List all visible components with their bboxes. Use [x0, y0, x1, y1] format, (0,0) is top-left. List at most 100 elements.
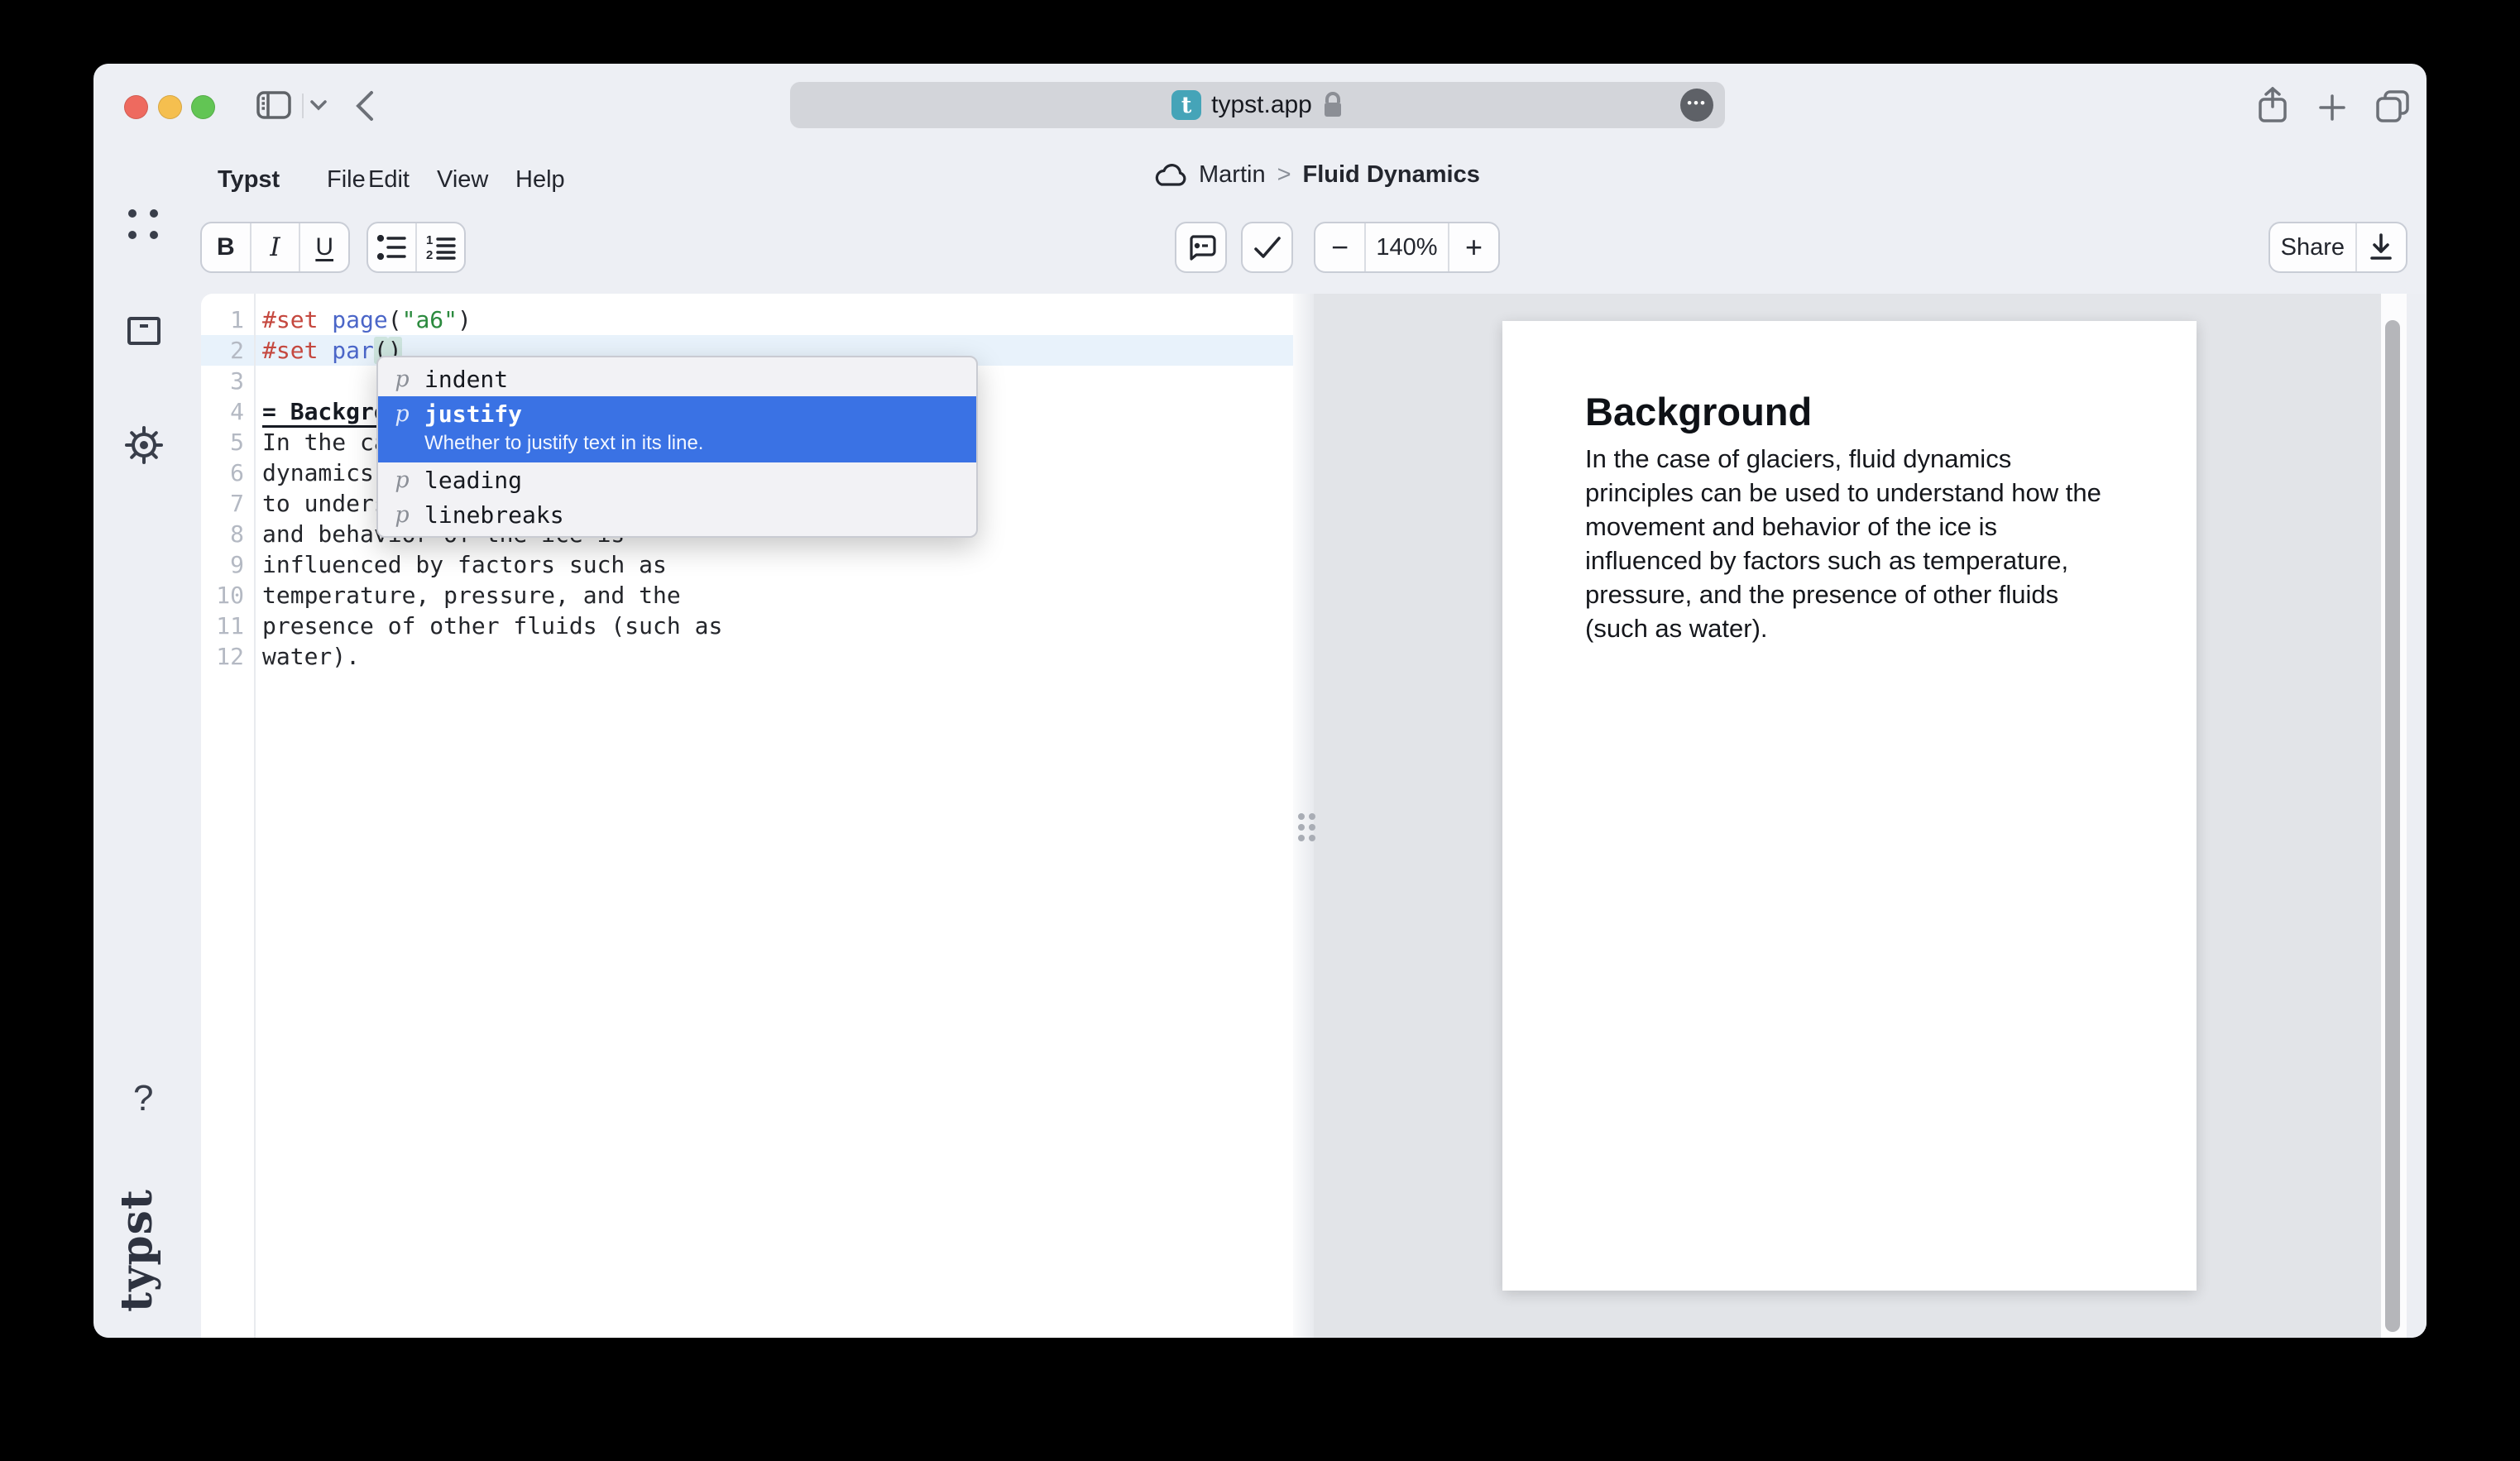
underline-button[interactable]: U — [299, 223, 348, 271]
preview-text-line: (such as water). — [1585, 611, 2101, 645]
code-token — [318, 306, 332, 333]
comment-button[interactable] — [1175, 222, 1227, 273]
code-line[interactable]: influenced by factors such as — [262, 549, 722, 580]
preview-page: Background In the case of glaciers, flui… — [1502, 321, 2197, 1291]
help-button[interactable]: ? — [133, 1078, 153, 1119]
preview-text-line: principles can be used to understand how… — [1585, 476, 2101, 510]
numbered-list-icon: 1 2 — [425, 234, 457, 261]
preview-heading: Background — [1585, 389, 1812, 434]
svg-text:2: 2 — [426, 248, 433, 261]
code-token: #set — [262, 337, 318, 364]
autocomplete-menu[interactable]: pindentpjustifyWhether to justify text i… — [376, 356, 978, 538]
divider-drag-handle[interactable] — [1298, 813, 1315, 841]
preview-pane: Background In the case of glaciers, flui… — [1314, 294, 2381, 1338]
code-token — [318, 337, 332, 364]
bold-button[interactable]: B — [202, 223, 250, 271]
autocomplete-item-label: linebreaks — [424, 501, 564, 529]
code-line[interactable]: presence of other fluids (such as — [262, 611, 722, 641]
page-settings-button[interactable]: ••• — [1680, 89, 1713, 122]
autocomplete-item-label: justify — [424, 400, 522, 428]
menu-view[interactable]: View — [437, 166, 488, 194]
preview-text-line: movement and behavior of the ice is — [1585, 510, 2101, 544]
back-button-icon[interactable] — [355, 90, 375, 122]
line-number: 7 — [201, 488, 244, 519]
preview-paragraph: In the case of glaciers, fluid dynamicsp… — [1585, 442, 2101, 645]
url-text: typst.app — [1211, 91, 1312, 119]
fullscreen-window-button[interactable] — [191, 95, 215, 119]
parameter-icon: p — [391, 467, 413, 493]
share-button-group: Share — [2268, 222, 2407, 273]
line-number: 8 — [201, 519, 244, 549]
preview-text-line: pressure, and the presence of other flui… — [1585, 577, 2101, 611]
line-number: 10 — [201, 580, 244, 611]
code-token: #set — [262, 306, 318, 333]
autocomplete-item-label: indent — [424, 366, 508, 393]
autocomplete-item-description: Whether to justify text in its line. — [424, 431, 976, 456]
italic-button[interactable]: I — [250, 223, 299, 271]
download-icon — [2369, 233, 2393, 261]
autocomplete-item[interactable]: pindent — [378, 362, 976, 396]
line-number: 11 — [201, 611, 244, 641]
autocomplete-item[interactable]: pjustifyWhether to justify text in its l… — [378, 396, 976, 462]
menu-help[interactable]: Help — [515, 166, 565, 194]
gutter-divider — [254, 294, 256, 1338]
parameter-icon: p — [391, 366, 413, 392]
menu-file[interactable]: File — [327, 166, 366, 194]
autocomplete-item[interactable]: plinebreaks — [378, 497, 976, 532]
svg-text:1: 1 — [426, 234, 433, 247]
code-line[interactable]: #set page("a6") — [262, 304, 722, 335]
download-button[interactable] — [2355, 223, 2406, 271]
cloud-icon — [1152, 163, 1187, 188]
breadcrumb: Martin > Fluid Dynamics — [1152, 161, 1480, 189]
format-button-group: B I U — [200, 222, 350, 273]
close-window-button[interactable] — [124, 95, 148, 119]
line-number: 6 — [201, 457, 244, 488]
code-token: page — [332, 306, 387, 333]
line-number: 2 — [201, 335, 244, 366]
tab-overview-icon[interactable] — [2375, 90, 2410, 123]
right-gutter — [2407, 294, 2427, 1338]
line-number: 12 — [201, 641, 244, 672]
gutter-numbers: 123456789101112 — [201, 304, 244, 672]
comment-icon — [1186, 233, 1216, 261]
chevron-down-icon[interactable] — [310, 100, 327, 111]
list-button-group: 1 2 — [367, 222, 466, 273]
sidebar-toggle-icon[interactable] — [256, 91, 291, 119]
code-line[interactable]: temperature, pressure, and the — [262, 580, 722, 611]
code-token: par — [332, 337, 374, 364]
check-icon — [1253, 236, 1282, 259]
numbered-list-button[interactable]: 1 2 — [415, 223, 464, 271]
site-favicon: t — [1171, 90, 1201, 120]
share-button[interactable]: Share — [2270, 223, 2355, 271]
line-number: 1 — [201, 304, 244, 335]
code-token: influenced by factors such as — [262, 551, 667, 578]
line-number: 3 — [201, 366, 244, 396]
line-number: 9 — [201, 549, 244, 580]
zoom-level-value[interactable]: 140% — [1364, 223, 1448, 271]
breadcrumb-document-title[interactable]: Fluid Dynamics — [1303, 161, 1480, 189]
menu-typst[interactable]: Typst — [218, 166, 280, 194]
breadcrumb-workspace[interactable]: Martin — [1199, 161, 1266, 189]
preview-scrollbar-thumb[interactable] — [2385, 320, 2400, 1332]
zoom-out-button[interactable]: − — [1315, 223, 1364, 271]
settings-gear-icon[interactable] — [125, 426, 163, 464]
code-token: temperature, pressure, and the — [262, 582, 681, 609]
menu-edit[interactable]: Edit — [368, 166, 410, 194]
app-grid-icon[interactable] — [128, 209, 158, 239]
minimize-window-button[interactable] — [158, 95, 182, 119]
autocomplete-item[interactable]: p leading — [378, 462, 976, 497]
ellipsis-icon: ••• — [1687, 96, 1707, 115]
code-line[interactable]: water). — [262, 641, 722, 672]
check-button[interactable] — [1241, 222, 1293, 273]
autocomplete-item-label: leading — [424, 467, 522, 494]
zoom-in-button[interactable]: + — [1448, 223, 1498, 271]
files-panel-icon[interactable] — [127, 317, 160, 345]
share-page-icon[interactable] — [2258, 87, 2288, 123]
code-token: ) — [458, 306, 472, 333]
new-tab-icon[interactable] — [2318, 93, 2346, 122]
bullet-list-button[interactable] — [368, 223, 415, 271]
address-bar[interactable]: t typst.app ••• — [790, 82, 1725, 128]
preview-text-line: In the case of glaciers, fluid dynamics — [1585, 442, 2101, 476]
lock-icon — [1322, 91, 1344, 119]
line-number: 4 — [201, 396, 244, 427]
